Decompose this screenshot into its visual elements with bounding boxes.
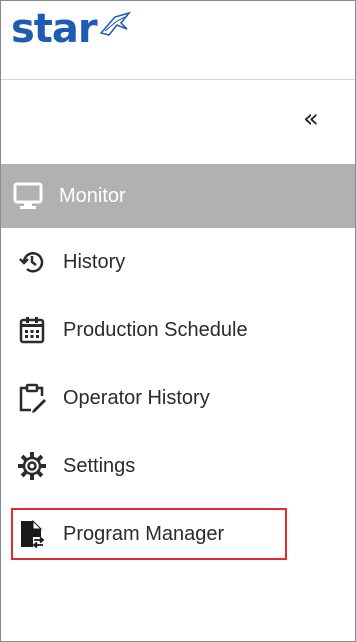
sidebar-item-label: Operator History <box>63 386 210 409</box>
sidebar-header: star <box>1 1 355 80</box>
sidebar-item-label: Program Manager <box>63 522 225 545</box>
history-icon <box>17 247 47 277</box>
sidebar-nav: Monitor History Production Schedule Oper… <box>1 164 355 568</box>
collapse-sidebar-button[interactable]: « <box>295 104 327 134</box>
sidebar-item-label: Monitor <box>59 184 126 207</box>
logo-wordmark: star <box>11 6 98 52</box>
star-logo-icon <box>99 11 131 42</box>
sidebar-item-program-manager[interactable]: Program Manager <box>1 500 355 568</box>
sidebar-item-label: History <box>63 250 126 273</box>
double-chevron-left-icon: « <box>303 104 319 134</box>
sidebar-item-operator-history[interactable]: Operator History <box>1 364 355 432</box>
gear-icon <box>17 451 47 481</box>
file-transfer-icon <box>17 519 47 549</box>
sidebar-item-history[interactable]: History <box>1 228 355 296</box>
brand-logo: star <box>11 9 131 53</box>
clipboard-edit-icon <box>17 383 47 413</box>
monitor-icon <box>13 181 43 211</box>
sidebar-item-settings[interactable]: Settings <box>1 432 355 500</box>
sidebar-item-monitor[interactable]: Monitor <box>1 164 355 228</box>
sidebar-item-label: Production Schedule <box>63 318 248 341</box>
calendar-icon <box>17 315 47 345</box>
sidebar-panel: star « Monitor History Production Schedu… <box>0 0 356 642</box>
sidebar-item-production-schedule[interactable]: Production Schedule <box>1 296 355 364</box>
sidebar-item-label: Settings <box>63 454 136 477</box>
